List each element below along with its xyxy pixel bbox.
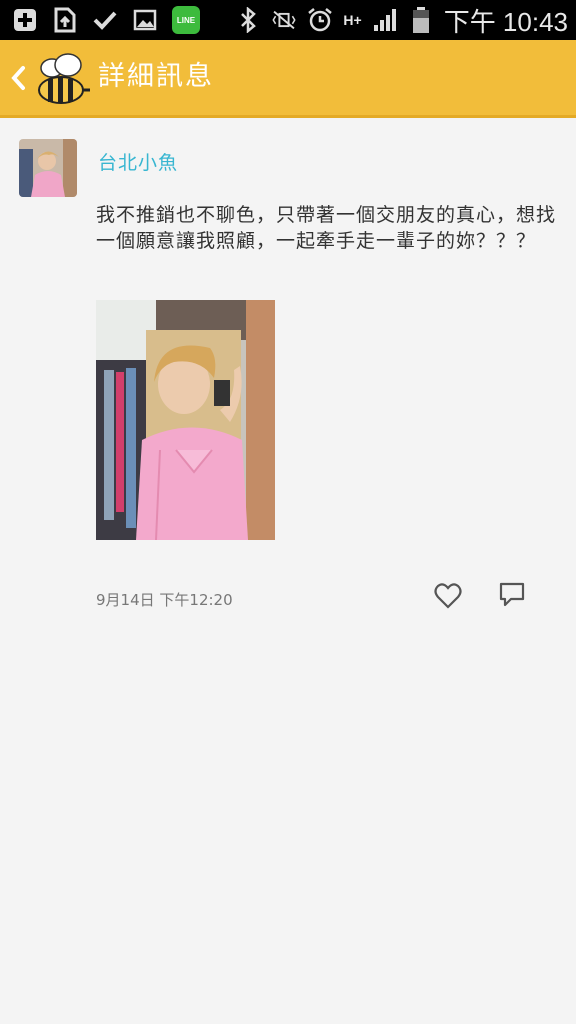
bee-logo-icon	[34, 52, 92, 106]
vibrate-off-icon	[271, 7, 297, 33]
network-type-label: H+	[343, 12, 362, 28]
check-icon	[92, 7, 118, 33]
post-timestamp: 9月14日 下午12:20	[96, 591, 233, 609]
app-header: 詳細訊息	[0, 40, 576, 118]
avatar[interactable]	[19, 139, 77, 197]
post-text: 我不推銷也不聊色，只帶著一個交朋友的真心，想找一個願意讓我照顧，一起牽手走一輩子…	[96, 204, 557, 252]
add-box-icon	[12, 7, 38, 33]
battery-icon	[408, 7, 434, 33]
like-button[interactable]	[433, 581, 463, 611]
username[interactable]: 台北小魚	[98, 148, 178, 175]
file-upload-icon	[52, 7, 78, 33]
system-icons: H+ 下午 10:43	[235, 4, 568, 37]
comment-icon	[499, 582, 525, 607]
page-title: 詳細訊息	[98, 61, 214, 92]
bluetooth-icon	[235, 7, 261, 33]
heart-icon	[434, 583, 462, 609]
line-app-icon: LINE	[172, 6, 200, 34]
comment-button[interactable]	[497, 580, 527, 610]
alarm-icon	[307, 7, 333, 33]
post-photo[interactable]	[96, 300, 275, 540]
image-icon	[132, 7, 158, 33]
signal-icon	[372, 7, 398, 33]
back-button[interactable]	[8, 60, 28, 96]
notification-icons: LINE	[12, 6, 200, 34]
clock: 下午 10:43	[443, 6, 568, 37]
chevron-left-icon	[11, 66, 25, 90]
status-bar: LINE H+ 下午 10:43	[0, 0, 576, 40]
